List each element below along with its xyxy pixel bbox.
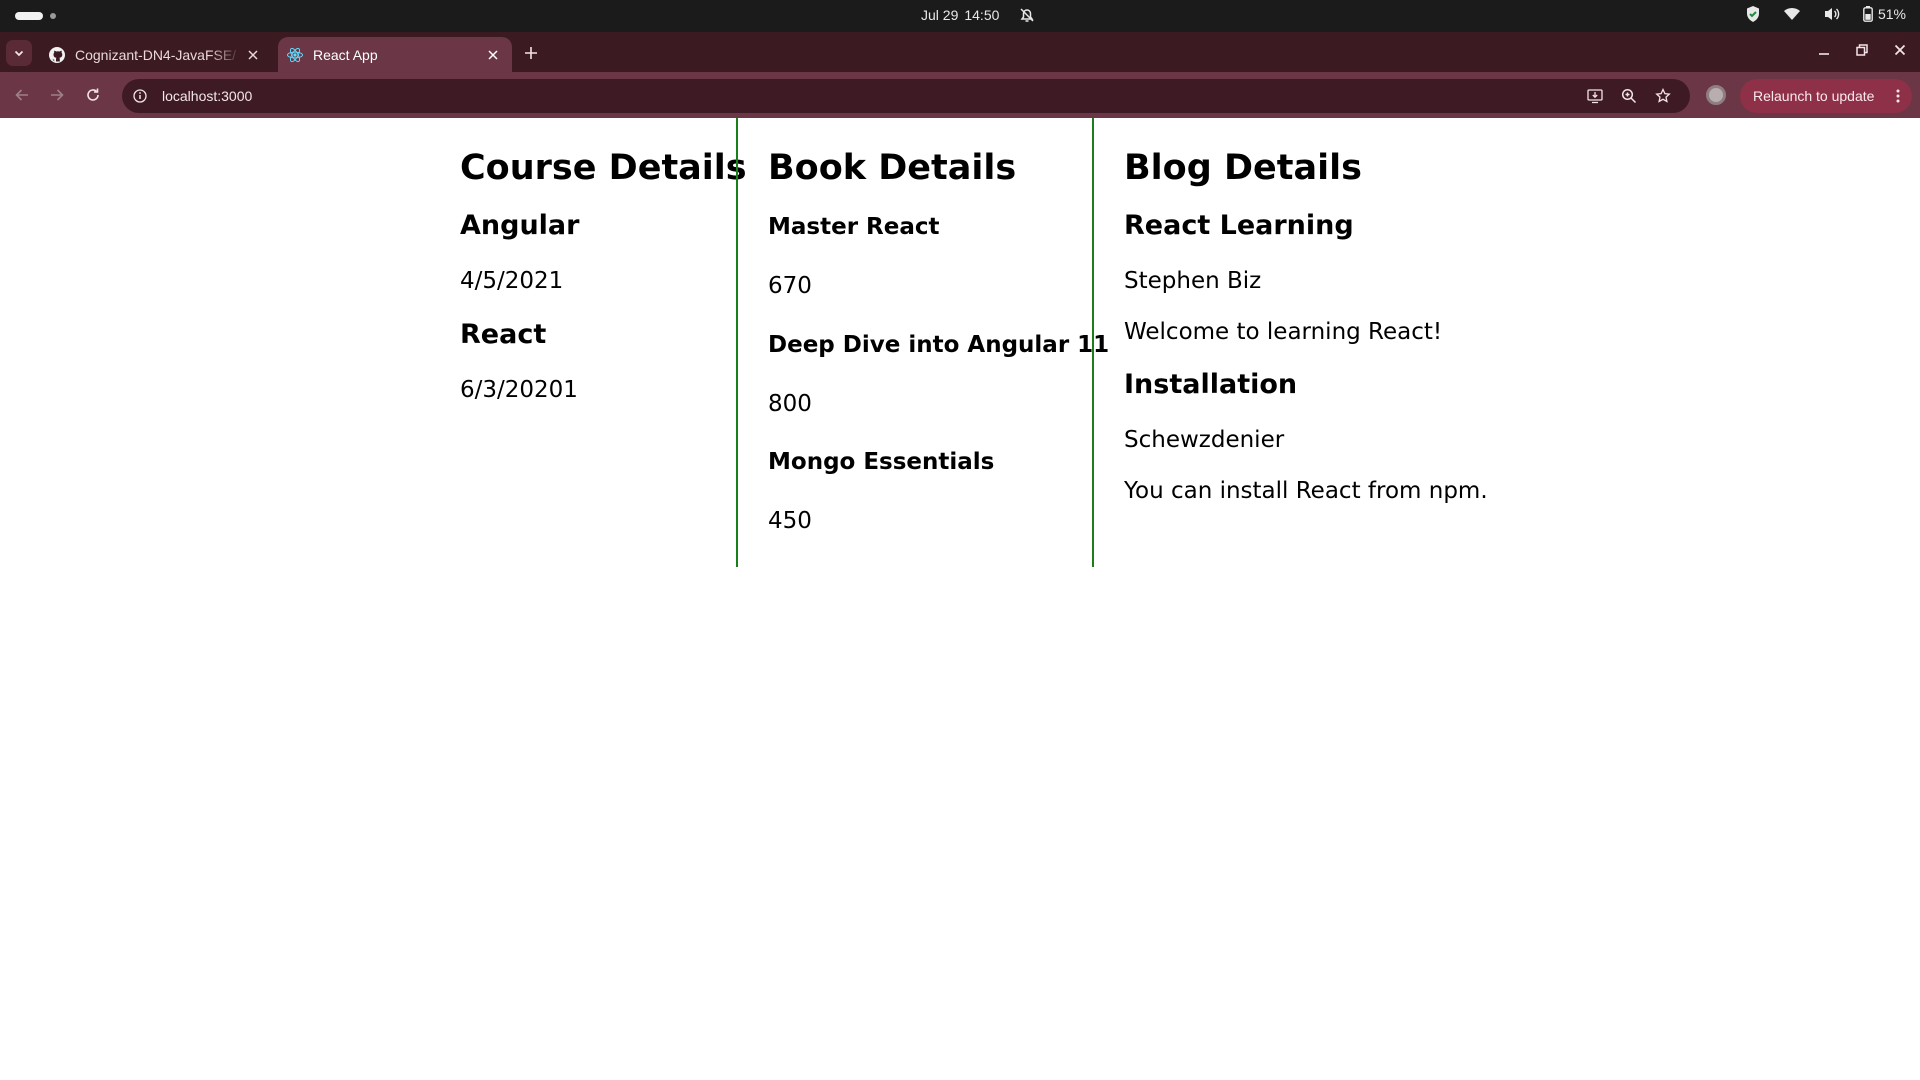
page-content: Course Details Angular 4/5/2021 React 6/… bbox=[0, 118, 1920, 1080]
reload-icon bbox=[87, 88, 99, 101]
browser-toolbar: localhost:3000 Relaunch to update bbox=[0, 72, 1920, 118]
book-details-section: Book Details Master React 670 Deep Dive … bbox=[736, 118, 1110, 567]
course-date: 6/3/20201 bbox=[460, 377, 578, 403]
close-window-icon[interactable] bbox=[1892, 42, 1908, 58]
install-app-icon[interactable] bbox=[1586, 87, 1604, 105]
zoom-icon[interactable] bbox=[1620, 87, 1638, 105]
url-text[interactable]: localhost:3000 bbox=[162, 88, 1586, 104]
section-title: Blog Details bbox=[1124, 148, 1362, 188]
relaunch-label: Relaunch to update bbox=[1753, 88, 1875, 104]
course-name: Angular bbox=[460, 210, 580, 241]
shield-icon bbox=[1745, 5, 1761, 23]
window-controls bbox=[1816, 42, 1908, 58]
os-time: 14:50 bbox=[964, 7, 1000, 23]
book-price: 800 bbox=[768, 391, 812, 417]
blog-details-section: Blog Details React Learning Stephen Biz … bbox=[1092, 118, 1512, 567]
back-button[interactable] bbox=[11, 84, 33, 106]
tab-strip: Cognizant-DN4-JavaFSE/ React App bbox=[0, 32, 1920, 72]
chevron-down-icon bbox=[14, 50, 24, 57]
section-title: Course Details bbox=[460, 148, 747, 188]
book-name: Master React bbox=[768, 214, 940, 240]
minimize-icon[interactable] bbox=[1816, 42, 1832, 58]
book-name: Deep Dive into Angular 11 bbox=[768, 332, 1110, 358]
notifications-muted-icon[interactable] bbox=[1018, 6, 1036, 24]
blog-title: Installation bbox=[1124, 369, 1298, 400]
github-icon bbox=[49, 46, 65, 63]
blog-title: React Learning bbox=[1124, 210, 1354, 241]
volume-icon bbox=[1823, 6, 1841, 22]
new-tab-button[interactable] bbox=[520, 42, 542, 64]
address-bar[interactable]: localhost:3000 bbox=[122, 79, 1690, 113]
forward-button[interactable] bbox=[46, 84, 68, 106]
tab-github[interactable]: Cognizant-DN4-JavaFSE/ bbox=[40, 37, 272, 72]
site-info-icon[interactable] bbox=[130, 86, 150, 106]
battery-percent: 51% bbox=[1877, 6, 1906, 22]
os-clock[interactable]: Jul 29 14:50 bbox=[921, 7, 1005, 23]
system-tray[interactable]: 51% bbox=[1745, 5, 1906, 23]
activities-indicator[interactable] bbox=[15, 12, 43, 20]
bookmark-star-icon[interactable] bbox=[1654, 87, 1672, 105]
blog-body: You can install React from npm. bbox=[1124, 478, 1488, 504]
blog-author: Stephen Biz bbox=[1124, 268, 1262, 294]
blog-author: Schewzdenier bbox=[1124, 427, 1285, 453]
battery-icon bbox=[1863, 6, 1873, 22]
arrow-left-icon bbox=[15, 89, 28, 101]
book-price: 450 bbox=[768, 508, 812, 534]
book-price: 670 bbox=[768, 273, 812, 299]
workspace-dot bbox=[50, 13, 56, 19]
course-details-section: Course Details Angular 4/5/2021 React 6/… bbox=[460, 118, 747, 405]
restore-icon[interactable] bbox=[1854, 42, 1870, 58]
arrow-right-icon bbox=[51, 89, 64, 101]
os-date: Jul 29 bbox=[921, 7, 959, 23]
tab-title: Cognizant-DN4-JavaFSE/ bbox=[75, 46, 237, 63]
close-tab-icon[interactable] bbox=[242, 44, 264, 66]
more-menu-icon[interactable] bbox=[1890, 87, 1906, 105]
course-name: React bbox=[460, 319, 547, 350]
blog-body: Welcome to learning React! bbox=[1124, 319, 1443, 345]
react-icon bbox=[287, 47, 303, 62]
relaunch-button[interactable]: Relaunch to update bbox=[1740, 79, 1912, 113]
tab-search-button[interactable] bbox=[6, 40, 32, 66]
plus-icon bbox=[525, 47, 537, 59]
tab-title: React App bbox=[313, 46, 378, 63]
battery-status: 51% bbox=[1863, 6, 1906, 22]
close-tab-icon[interactable] bbox=[482, 44, 504, 66]
course-date: 4/5/2021 bbox=[460, 268, 564, 294]
section-title: Book Details bbox=[768, 148, 1017, 188]
reload-button[interactable] bbox=[82, 84, 104, 106]
profile-avatar[interactable] bbox=[1706, 85, 1726, 105]
os-top-bar: Jul 29 14:50 51% bbox=[0, 0, 1920, 32]
tab-react-app[interactable]: React App bbox=[278, 37, 512, 72]
book-name: Mongo Essentials bbox=[768, 449, 995, 475]
address-bar-actions bbox=[1586, 87, 1672, 105]
wifi-icon bbox=[1783, 7, 1801, 21]
